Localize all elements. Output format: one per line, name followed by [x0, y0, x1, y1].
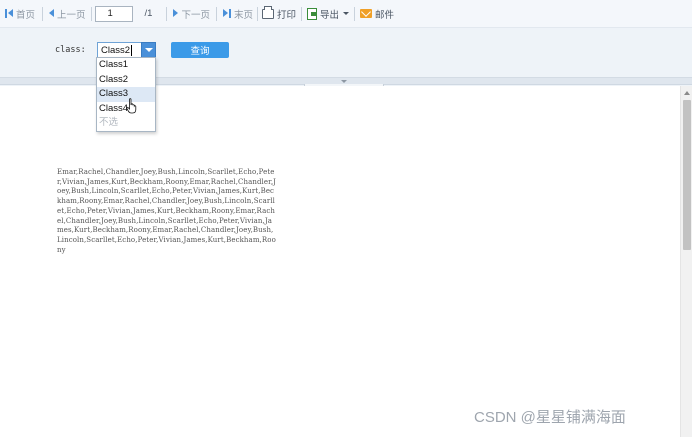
next-page-label: 下一页: [181, 9, 210, 21]
scroll-up-icon[interactable]: [684, 91, 690, 95]
printer-icon: [262, 5, 274, 19]
prev-page-icon: [49, 9, 55, 18]
class-select[interactable]: Class2: [97, 42, 156, 58]
toolbar-divider: [42, 6, 44, 21]
toolbar-divider: [90, 6, 92, 21]
prev-page-button[interactable]: 上一页: [49, 7, 86, 21]
print-label: 打印: [277, 9, 297, 21]
first-page-button[interactable]: 首页: [5, 7, 35, 21]
last-page-icon: [222, 9, 231, 18]
toolbar-divider: [257, 6, 258, 21]
class-param-label: class:: [55, 45, 86, 55]
mail-icon: [360, 9, 373, 18]
query-button[interactable]: 查询: [171, 42, 229, 58]
toolbar-divider: [354, 6, 356, 21]
class-select-value: Class2: [101, 44, 131, 56]
page-number-input[interactable]: 1: [94, 5, 133, 22]
next-page-button[interactable]: 下一页: [173, 7, 210, 21]
last-page-label: 末页: [233, 9, 253, 21]
export-label: 导出: [320, 9, 340, 21]
dropdown-option-none[interactable]: 不选: [97, 116, 155, 131]
scrollbar-thumb[interactable]: [683, 100, 691, 250]
page-total: /1: [144, 8, 153, 19]
mail-label: 邮件: [375, 9, 395, 21]
collapse-arrow-icon[interactable]: [341, 80, 347, 83]
toolbar-divider: [166, 6, 168, 21]
hand-cursor-icon: [126, 98, 137, 114]
dropdown-toggle-button[interactable]: [141, 42, 156, 58]
export-icon: [307, 7, 318, 20]
prev-page-label: 上一页: [57, 9, 86, 21]
watermark: CSDN @星星铺满海面: [474, 409, 626, 426]
mail-button[interactable]: 邮件: [360, 7, 394, 21]
toolbar-divider: [301, 6, 303, 21]
dropdown-option-class1[interactable]: Class1: [97, 58, 155, 73]
vertical-scrollbar[interactable]: [680, 86, 692, 437]
text-caret: [131, 44, 133, 56]
dropdown-option-class2[interactable]: Class2: [97, 73, 155, 88]
report-canvas: [0, 86, 680, 437]
report-viewer: 首页 上一页 1 /1 下一页 末页 打印 导出 邮件 class: Class…: [0, 0, 692, 437]
class-dropdown-list: Class1 Class2 Class3 Class4 不选: [96, 57, 156, 132]
print-button[interactable]: 打印: [262, 5, 297, 21]
chevron-down-icon: [343, 12, 350, 15]
report-toolbar: 首页 上一页 1 /1 下一页 末页 打印 导出 邮件: [0, 0, 692, 28]
report-content-text: Emar,Rachel,Chandler,Joey,Bush,Lincoln,S…: [57, 168, 277, 254]
last-page-button[interactable]: 末页: [222, 7, 253, 21]
next-page-icon: [173, 9, 179, 18]
export-button[interactable]: 导出: [307, 7, 350, 21]
first-page-icon: [5, 9, 13, 18]
toolbar-divider: [215, 6, 217, 21]
first-page-label: 首页: [16, 9, 36, 21]
